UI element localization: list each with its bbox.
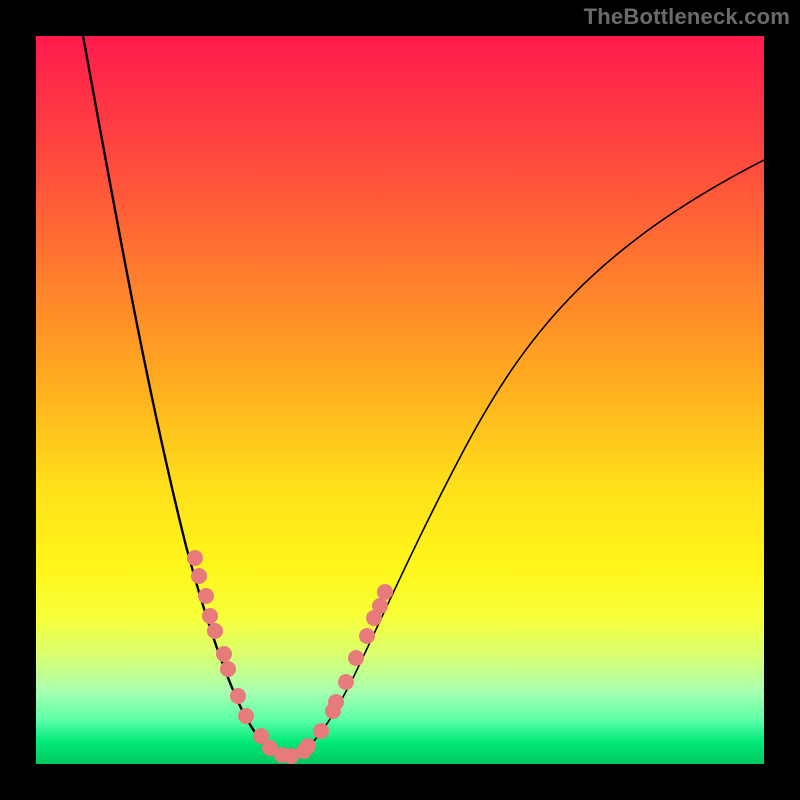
left-curve-path [83,36,286,757]
data-point [238,708,254,724]
data-point [377,584,393,600]
data-point [191,568,207,584]
data-point [207,623,223,639]
data-point [220,661,236,677]
data-point [198,588,214,604]
data-point [359,628,375,644]
chart-svg [36,36,764,764]
data-point [348,650,364,666]
data-point [216,646,232,662]
data-point [338,674,354,690]
data-point [328,694,344,710]
data-point [372,598,388,614]
right-curve-path [286,160,764,757]
data-point [202,608,218,624]
data-point [230,688,246,704]
chart-frame: TheBottleneck.com [0,0,800,800]
data-point [300,738,316,754]
scatter-points [187,550,393,764]
data-point [313,723,329,739]
data-point [187,550,203,566]
watermark-text: TheBottleneck.com [584,4,790,30]
plot-area [36,36,764,764]
